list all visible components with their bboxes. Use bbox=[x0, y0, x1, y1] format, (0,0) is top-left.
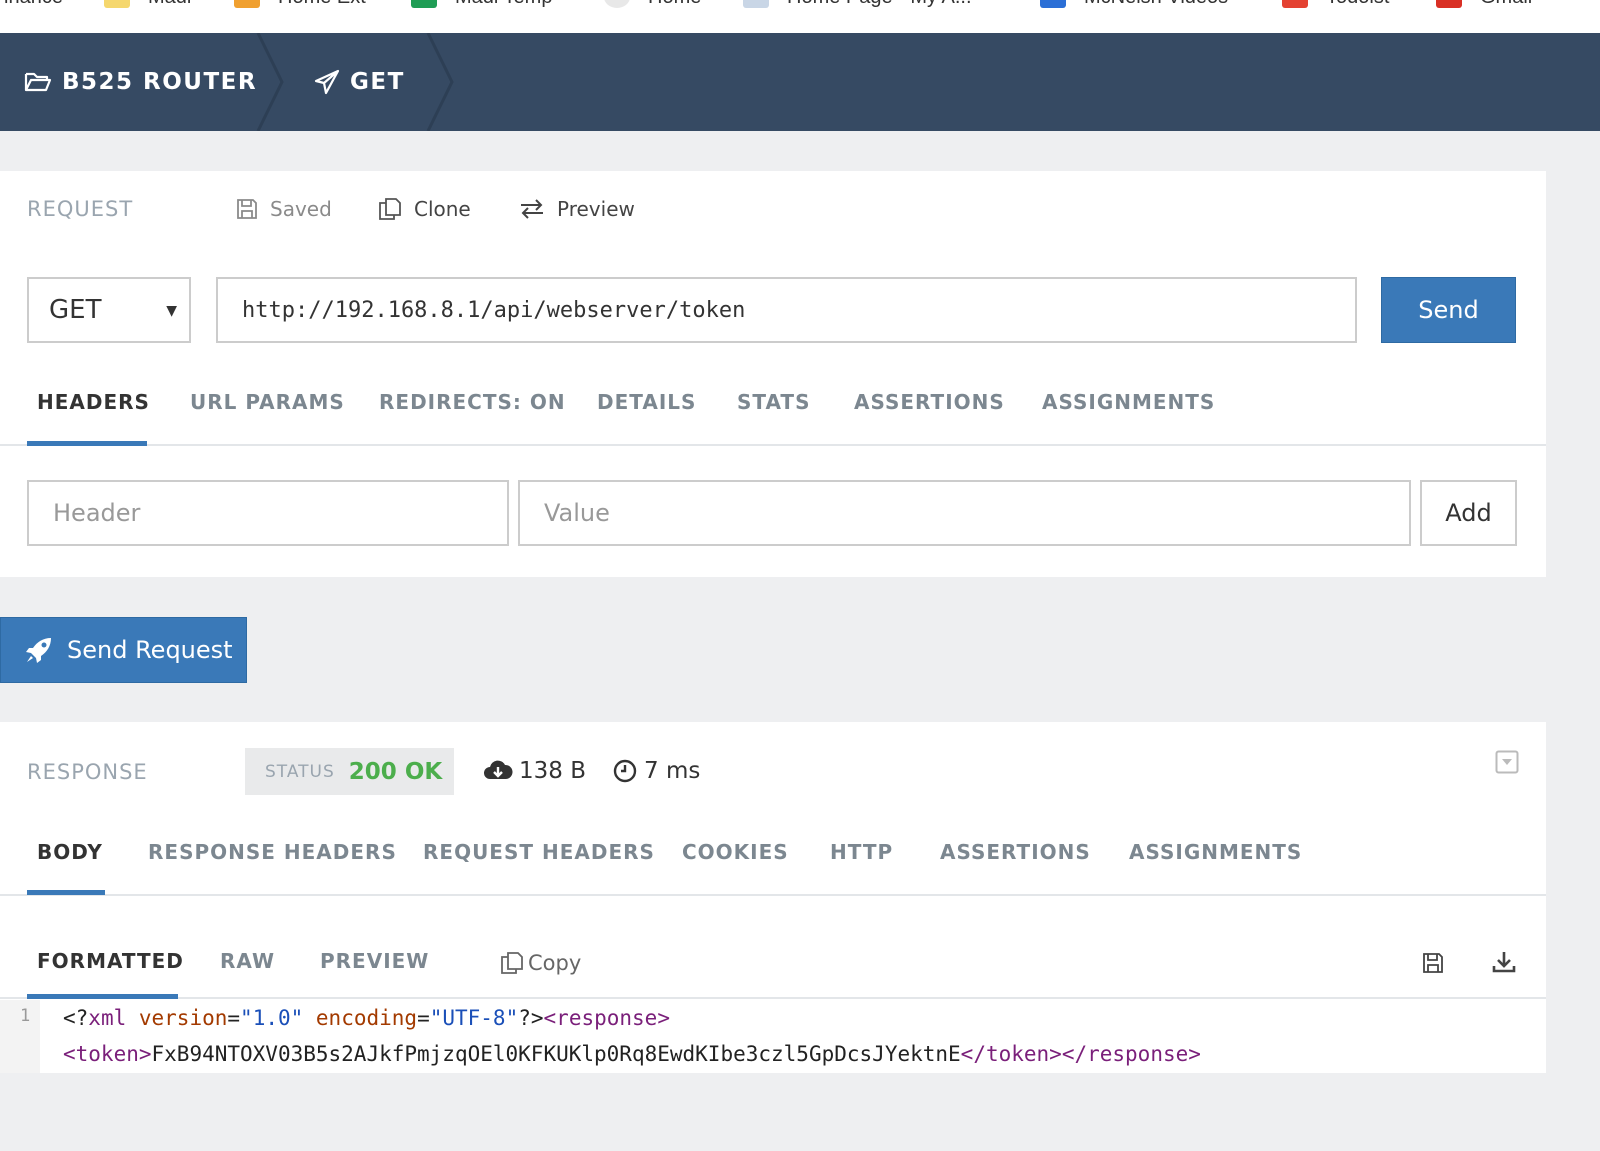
active-tab-indicator bbox=[27, 441, 147, 446]
request-tabs: HEADERS URL PARAMS REDIRECTS: ON DETAILS… bbox=[0, 390, 1546, 446]
collapse-icon[interactable] bbox=[1495, 750, 1519, 774]
tab-response-assignments[interactable]: ASSIGNMENTS bbox=[1129, 840, 1302, 896]
sheets-icon bbox=[411, 0, 437, 8]
todoist-icon bbox=[1282, 0, 1308, 8]
tab-body[interactable]: BODY bbox=[37, 840, 103, 896]
rocket-icon bbox=[26, 638, 51, 663]
active-tab-indicator bbox=[27, 890, 105, 895]
clone-icon bbox=[379, 198, 401, 220]
download-icon[interactable] bbox=[1492, 950, 1516, 974]
tab-headers[interactable]: HEADERS bbox=[37, 390, 150, 446]
response-tabs: BODY RESPONSE HEADERS REQUEST HEADERS CO… bbox=[0, 840, 1546, 896]
breadcrumb-request[interactable]: GET bbox=[314, 33, 405, 131]
copy-button[interactable]: Copy bbox=[500, 951, 581, 975]
tab-response-headers[interactable]: RESPONSE HEADERS bbox=[148, 840, 397, 896]
bookmark-item[interactable]: Home bbox=[604, 0, 701, 12]
header-value-input[interactable]: Value bbox=[518, 480, 1411, 546]
tab-raw[interactable]: RAW bbox=[220, 943, 275, 999]
bookmark-item[interactable]: Todoist bbox=[1282, 0, 1389, 12]
paper-plane-icon bbox=[314, 69, 340, 95]
tab-http[interactable]: HTTP bbox=[830, 840, 893, 896]
header-name-input[interactable]: Header bbox=[27, 480, 509, 546]
bookmarks-bar: inance Madi Home Ext Madi Temp Home Home… bbox=[0, 0, 1600, 33]
send-request-button[interactable]: Send Request bbox=[0, 617, 247, 683]
tab-stats[interactable]: STATS bbox=[737, 390, 810, 446]
code-line: <token>FxB94NTOXV03B5s2AJkfPmjzqOEl0KFKU… bbox=[63, 1042, 1201, 1066]
bookmark-item[interactable]: Gmail bbox=[1436, 0, 1532, 12]
body-format-tabs: FORMATTED RAW PREVIEW bbox=[0, 943, 1546, 999]
tab-assertions[interactable]: ASSERTIONS bbox=[854, 390, 1005, 446]
clone-button[interactable]: Clone bbox=[378, 197, 471, 221]
tab-redirects[interactable]: REDIRECTS: ON bbox=[379, 390, 566, 446]
tab-request-headers[interactable]: REQUEST HEADERS bbox=[423, 840, 655, 896]
code-line: <?xml version="1.0" encoding="UTF-8"?><r… bbox=[63, 1006, 670, 1030]
response-size: 138 B bbox=[483, 758, 586, 784]
status-badge: STATUS 200 OK bbox=[245, 748, 454, 795]
clock-icon bbox=[613, 759, 637, 783]
save-icon bbox=[237, 199, 257, 219]
cloud-download-icon bbox=[484, 760, 513, 779]
request-section-label: REQUEST bbox=[27, 197, 134, 221]
saved-button[interactable]: Saved bbox=[236, 197, 332, 221]
breadcrumb-bar: B525 ROUTER GET bbox=[0, 33, 1600, 131]
response-section-label: RESPONSE bbox=[27, 760, 148, 784]
folder-open-icon bbox=[24, 72, 52, 92]
tab-assignments[interactable]: ASSIGNMENTS bbox=[1042, 390, 1215, 446]
copy-icon bbox=[501, 952, 523, 974]
dropbox-icon bbox=[1040, 0, 1066, 8]
save-icon[interactable] bbox=[1422, 952, 1444, 974]
bookmark-favicon-icon bbox=[234, 0, 260, 8]
method-select[interactable]: GET ▼ bbox=[27, 277, 191, 343]
send-button[interactable]: Send bbox=[1381, 277, 1516, 343]
bookmark-favicon-icon bbox=[743, 0, 769, 8]
tab-preview[interactable]: PREVIEW bbox=[320, 943, 429, 999]
exchange-arrows-icon bbox=[521, 199, 543, 219]
bookmark-favicon-icon bbox=[604, 0, 630, 8]
preview-button[interactable]: Preview bbox=[519, 197, 635, 221]
tab-formatted[interactable]: FORMATTED bbox=[37, 943, 184, 999]
bookmark-item[interactable]: inance bbox=[4, 0, 63, 12]
url-input[interactable]: http://192.168.8.1/api/webserver/token bbox=[216, 277, 1357, 343]
bookmark-item[interactable]: Home Page - My A... bbox=[743, 0, 972, 12]
breadcrumb-project[interactable]: B525 ROUTER bbox=[24, 33, 257, 131]
bookmark-item[interactable]: Home Ext bbox=[234, 0, 366, 12]
tab-response-assertions[interactable]: ASSERTIONS bbox=[940, 840, 1091, 896]
tab-cookies[interactable]: COOKIES bbox=[682, 840, 789, 896]
breadcrumb-separator bbox=[256, 33, 284, 131]
line-gutter: 1 bbox=[0, 1000, 40, 1073]
caret-down-icon: ▼ bbox=[166, 303, 177, 319]
response-time: 7 ms bbox=[612, 758, 700, 784]
tab-url-params[interactable]: URL PARAMS bbox=[190, 390, 345, 446]
tab-details[interactable]: DETAILS bbox=[597, 390, 696, 446]
bookmark-item[interactable]: Madi Temp bbox=[411, 0, 552, 12]
bookmark-item[interactable]: McNeish Videos bbox=[1040, 0, 1228, 12]
bookmark-item[interactable]: Madi bbox=[104, 0, 191, 12]
add-header-button[interactable]: Add bbox=[1420, 480, 1517, 546]
folder-icon bbox=[104, 0, 130, 8]
active-tab-indicator bbox=[27, 994, 178, 999]
breadcrumb-separator bbox=[426, 33, 454, 131]
response-body-code[interactable]: 1 <?xml version="1.0" encoding="UTF-8"?>… bbox=[0, 1000, 1546, 1073]
gmail-icon bbox=[1436, 0, 1462, 8]
